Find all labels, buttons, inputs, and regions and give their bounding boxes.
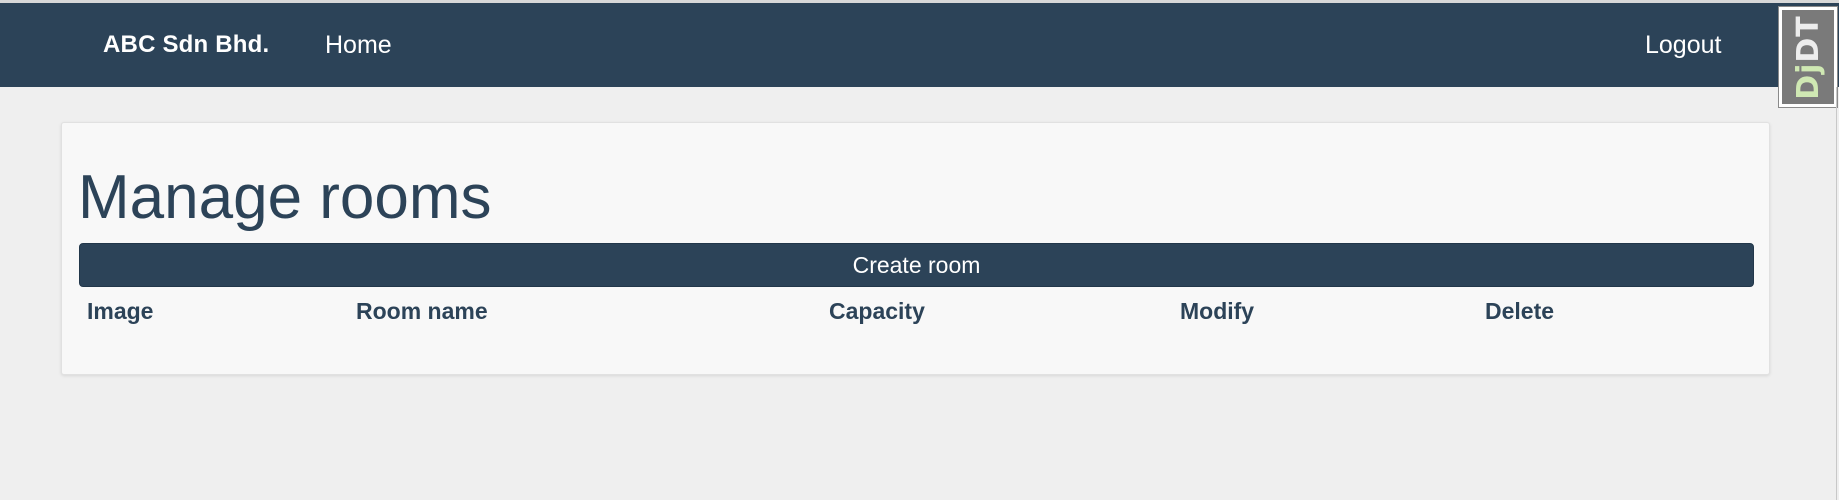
- nav-logout-link[interactable]: Logout: [1645, 31, 1721, 60]
- column-header-room-name: Room name: [356, 298, 488, 324]
- django-debug-toolbar-handle[interactable]: DjDT: [1778, 6, 1838, 108]
- create-room-button[interactable]: Create room: [79, 243, 1754, 287]
- page-title: Manage rooms: [78, 163, 492, 232]
- column-header-delete: Delete: [1485, 298, 1555, 324]
- column-header-capacity: Capacity: [829, 298, 925, 324]
- brand-link[interactable]: ABC Sdn Bhd.: [103, 31, 269, 59]
- djdt-logo-prefix: Dj: [1790, 62, 1826, 100]
- djdt-handle-inner: DjDT: [1782, 10, 1834, 104]
- column-header-modify: Modify: [1180, 298, 1255, 324]
- rooms-table-header: Image Room name Capacity Modify Delete: [0, 298, 1839, 332]
- djdt-logo: DjDT: [1791, 15, 1826, 100]
- djdt-logo-suffix: DT: [1790, 14, 1826, 63]
- column-header-image: Image: [87, 298, 154, 324]
- nav-home-link[interactable]: Home: [325, 31, 392, 60]
- window-right-border: [1836, 87, 1837, 500]
- navbar: ABC Sdn Bhd. Home Logout: [0, 3, 1839, 87]
